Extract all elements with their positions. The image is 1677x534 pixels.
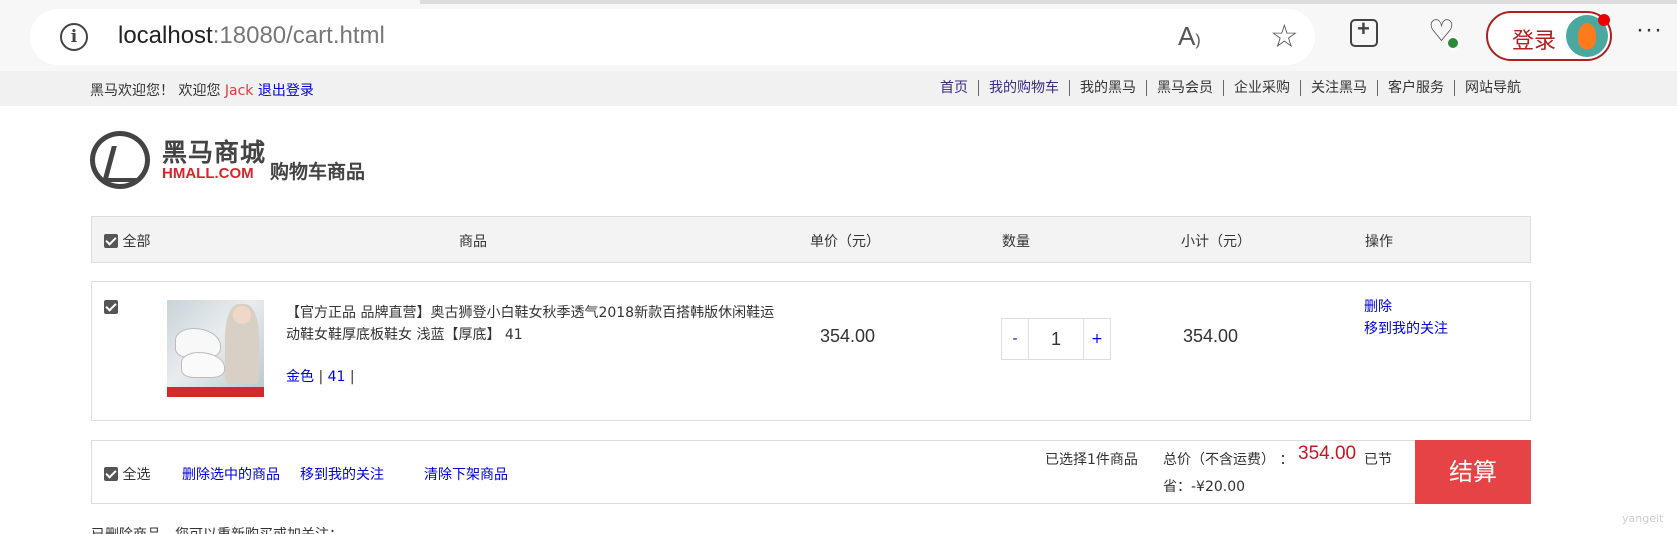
active-tab-edge bbox=[0, 0, 420, 4]
select-all-label: 全部 bbox=[122, 234, 151, 250]
more-icon[interactable]: ··· bbox=[1636, 16, 1663, 44]
cart-footer-bar: 全选 删除选中的商品 移到我的关注 清除下架商品 已选择1件商品 总价（不含运费… bbox=[91, 440, 1531, 504]
welcome-prefix: 黑马欢迎您！ 欢迎您 bbox=[90, 83, 225, 99]
attr-color[interactable]: 金色 bbox=[286, 369, 314, 385]
selected-count: 已选择1件商品 bbox=[1045, 452, 1138, 468]
nav-membership[interactable]: 黑马会员 bbox=[1146, 80, 1223, 96]
footer-select-all-label: 全选 bbox=[122, 467, 151, 483]
address-bar[interactable]: i localhost:18080/cart.html A) ☆ bbox=[30, 9, 1315, 65]
cart-table-header: 全部 商品 单价（元） 数量 小计（元） 操作 bbox=[91, 216, 1531, 263]
welcome-text: 黑马欢迎您！ 欢迎您 Jack 退出登录 bbox=[90, 80, 314, 100]
header-quantity: 数量 bbox=[1002, 234, 1030, 250]
browser-chrome: i localhost:18080/cart.html A) ☆ ♡ 登录 ··… bbox=[0, 0, 1677, 71]
thumbnail-shoe-2 bbox=[181, 352, 225, 378]
total-price: 354.00 bbox=[1298, 443, 1357, 464]
select-all-checkbox[interactable] bbox=[104, 234, 118, 248]
delete-selected-link[interactable]: 删除选中的商品 bbox=[182, 464, 280, 484]
logo-name[interactable]: 黑马商城 bbox=[162, 133, 266, 169]
total-label: 总价（不含运费） ： bbox=[1163, 452, 1294, 468]
horse-logo-icon[interactable] bbox=[90, 131, 150, 189]
nav-home[interactable]: 首页 bbox=[930, 80, 978, 96]
logout-link[interactable]: 退出登录 bbox=[253, 83, 314, 99]
attr-size[interactable]: 41 bbox=[328, 369, 346, 385]
quantity-decrease-button[interactable]: - bbox=[1002, 319, 1029, 359]
saved-amount: 省：-¥20.00 bbox=[1163, 479, 1246, 495]
logo-domain[interactable]: HMALL.COM bbox=[162, 165, 254, 182]
item-checkbox[interactable] bbox=[104, 300, 118, 314]
footer-select-all[interactable]: 全选 bbox=[104, 464, 150, 484]
quantity-increase-button[interactable]: + bbox=[1083, 319, 1110, 359]
unit-price: 354.00 bbox=[820, 326, 876, 346]
saved-label: 已节 bbox=[1364, 452, 1392, 468]
url-path: :18080/cart.html bbox=[212, 22, 385, 49]
username: Jack bbox=[224, 83, 254, 99]
item-actions: 删除 移到我的关注 bbox=[1364, 296, 1448, 340]
favorite-star-icon[interactable]: ☆ bbox=[1270, 17, 1299, 55]
url-host: localhost bbox=[118, 22, 213, 49]
nav-enterprise[interactable]: 企业采购 bbox=[1223, 80, 1300, 96]
checkout-button[interactable]: 结算 bbox=[1415, 440, 1531, 504]
watermark: yangeit bbox=[1622, 512, 1664, 525]
read-aloud-icon[interactable]: A) bbox=[1178, 21, 1201, 52]
notification-dot-icon bbox=[1598, 14, 1610, 26]
footer-move-to-follow-link[interactable]: 移到我的关注 bbox=[300, 464, 384, 484]
header-product: 商品 bbox=[459, 234, 487, 250]
cart-item-row: 【官方正品 品牌直营】奥古狮登小白鞋女秋季透气2018新款百搭韩版休闲鞋运动鞋女… bbox=[91, 281, 1531, 421]
clear-offshelf-link[interactable]: 清除下架商品 bbox=[424, 464, 508, 484]
url-text[interactable]: localhost:18080/cart.html bbox=[118, 22, 385, 50]
top-navigation: 首页 我的购物车 我的黑马 黑马会员 企业采购 关注黑马 客户服务 网站导航 bbox=[930, 80, 1531, 96]
profile-login-button[interactable]: 登录 bbox=[1486, 11, 1612, 61]
product-attributes: 金色 | 41 | bbox=[286, 369, 355, 385]
product-thumbnail[interactable] bbox=[167, 300, 264, 397]
quantity-input[interactable]: 1 bbox=[1029, 319, 1083, 359]
page-title: 购物车商品 bbox=[270, 161, 366, 183]
item-subtotal: 354.00 bbox=[1183, 326, 1239, 346]
select-all-header[interactable]: 全部 bbox=[104, 231, 150, 251]
login-label: 登录 bbox=[1512, 28, 1557, 53]
nav-customer-service[interactable]: 客户服务 bbox=[1377, 80, 1454, 96]
nav-my-cart[interactable]: 我的购物车 bbox=[978, 80, 1069, 96]
site-topbar: 黑马欢迎您！ 欢迎您 Jack 退出登录 首页 我的购物车 我的黑马 黑马会员 … bbox=[0, 71, 1677, 106]
nav-my-heima[interactable]: 我的黑马 bbox=[1069, 80, 1146, 96]
collections-icon[interactable] bbox=[1350, 16, 1378, 47]
nav-follow[interactable]: 关注黑马 bbox=[1300, 80, 1377, 96]
deleted-items-note: 已删除商品，您可以重新购买或加关注： bbox=[91, 524, 343, 534]
header-actions: 操作 bbox=[1365, 234, 1393, 250]
delete-item-link[interactable]: 删除 bbox=[1364, 296, 1448, 318]
header-price: 单价（元） bbox=[810, 234, 880, 250]
thumbnail-model bbox=[225, 304, 259, 384]
move-to-follow-link[interactable]: 移到我的关注 bbox=[1364, 318, 1448, 340]
tab-strip bbox=[0, 0, 1677, 4]
header-subtotal: 小计（元） bbox=[1181, 234, 1251, 250]
thumbnail-banner bbox=[167, 387, 264, 397]
quantity-stepper: - 1 + bbox=[1001, 318, 1111, 360]
check-badge-icon bbox=[1446, 36, 1460, 50]
nav-site-map[interactable]: 网站导航 bbox=[1454, 80, 1531, 96]
product-title[interactable]: 【官方正品 品牌直营】奥古狮登小白鞋女秋季透气2018新款百搭韩版休闲鞋运动鞋女… bbox=[286, 302, 786, 346]
footer-select-all-checkbox[interactable] bbox=[104, 467, 118, 481]
info-icon[interactable]: i bbox=[60, 23, 88, 51]
